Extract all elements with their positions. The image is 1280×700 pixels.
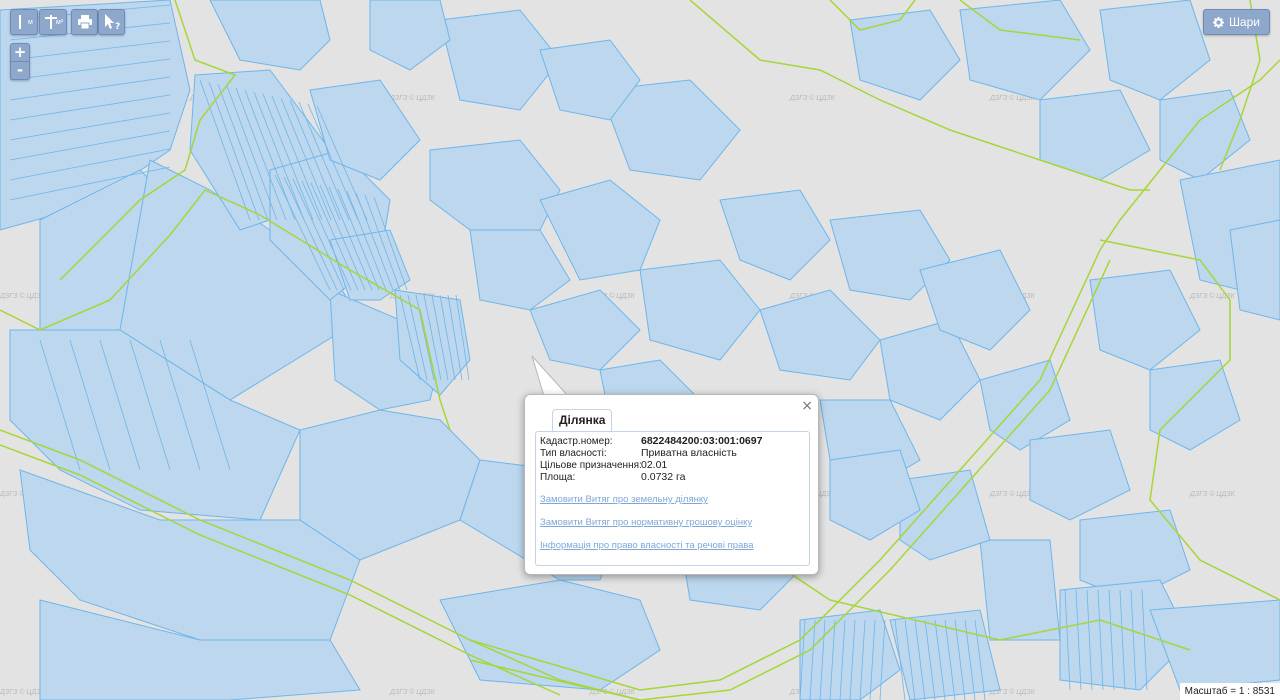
land-parcel xyxy=(1229,219,1280,321)
purpose-value: 02.01 xyxy=(641,459,668,471)
area-value: 0.0732 га xyxy=(641,471,686,483)
tab-parcel[interactable]: Ділянка xyxy=(552,409,613,431)
land-parcel xyxy=(209,0,331,71)
order-land-extract-link[interactable]: Замовити Витяг про земельну ділянку xyxy=(540,494,754,517)
land-parcel xyxy=(849,9,961,101)
land-parcel xyxy=(369,0,451,71)
attribute-row: Цільове призначення:02.01 xyxy=(540,459,762,471)
parcel-attributes: Кадастр.номер: 6822484200:03:001:0697 Тип… xyxy=(540,435,762,483)
land-parcel xyxy=(1159,89,1251,181)
watermark-text: ДЗГЗ © ЦДЗК xyxy=(0,688,46,696)
land-parcel xyxy=(439,579,661,691)
land-parcel xyxy=(1029,429,1131,521)
land-parcel xyxy=(979,539,1061,641)
scale-indicator: Масштаб = 1 : 8531 xyxy=(1179,683,1280,700)
land-parcel xyxy=(719,189,831,281)
watermark-text: ДЗГЗ © ЦДЗК xyxy=(989,490,1036,498)
watermark-text: ДЗГЗ © ЦДЗК xyxy=(389,688,436,696)
land-parcel xyxy=(469,229,571,311)
attribute-row: Площа: 0.0732 га xyxy=(540,471,762,483)
watermark-text: ДЗГЗ © ЦДЗК xyxy=(789,94,836,102)
gear-icon xyxy=(1212,16,1224,28)
measure-length-button[interactable]: м xyxy=(10,9,38,35)
printer-icon xyxy=(77,15,92,29)
zoom-out-button[interactable]: - xyxy=(11,61,29,79)
watermark-text: ДЗГЗ © ЦДЗК xyxy=(0,292,46,300)
print-button[interactable] xyxy=(71,9,98,35)
layers-label: Шари xyxy=(1228,15,1260,29)
popup-links: Замовити Витяг про земельну ділянку Замо… xyxy=(540,494,754,563)
ownership-info-link[interactable]: Інформація про право власності та речові… xyxy=(540,540,754,563)
parcel-info-popup: × Ділянка Кадастр.номер: 6822484200:03:00… xyxy=(524,394,819,575)
land-parcel xyxy=(639,259,761,361)
land-parcel xyxy=(1089,269,1201,371)
land-parcel xyxy=(299,409,481,561)
measure-area-button[interactable]: м² xyxy=(39,9,67,35)
land-parcel xyxy=(1149,359,1241,451)
attribute-row: Тип власності: Приватна власність xyxy=(540,447,762,459)
land-parcel xyxy=(1099,0,1211,101)
popup-pointer xyxy=(531,355,570,398)
land-parcel xyxy=(439,9,561,111)
land-parcel xyxy=(1149,599,1280,691)
cursor-question-icon: ? xyxy=(104,14,120,31)
ownership-type-value: Приватна власність xyxy=(641,447,737,459)
zoom-control: + - xyxy=(10,43,30,80)
land-parcel xyxy=(759,289,881,381)
zoom-in-button[interactable]: + xyxy=(11,44,29,61)
cadastral-map[interactable]: ДЗГЗ © ЦДЗК ДЗГЗ © ЦДЗК ДЗГЗ © ЦДЗК ДЗГЗ © … xyxy=(0,0,1280,700)
parcel-layer xyxy=(0,0,1280,700)
svg-text:?: ? xyxy=(115,22,120,31)
attribute-row: Кадастр.номер: 6822484200:03:001:0697 xyxy=(540,435,762,447)
watermark-text: ДЗГЗ © ЦДЗК xyxy=(1189,490,1236,498)
land-parcel xyxy=(899,469,991,561)
close-icon[interactable]: × xyxy=(801,398,813,414)
measure-area-unit: м² xyxy=(56,19,64,26)
layers-button[interactable]: Шари xyxy=(1202,9,1270,35)
watermark-text: ДЗГЗ © ЦДЗК xyxy=(389,94,436,102)
popup-content: Кадастр.номер: 6822484200:03:001:0697 Тип… xyxy=(535,431,810,566)
identify-button[interactable]: ? xyxy=(98,9,125,35)
area-label: Площа: xyxy=(540,472,576,483)
measure-length-unit: м xyxy=(28,19,33,26)
land-parcel xyxy=(1039,89,1151,181)
cadastral-number-value: 6822484200:03:001:0697 xyxy=(641,435,763,447)
order-valuation-extract-link[interactable]: Замовити Витяг про нормативну грошову оц… xyxy=(540,517,754,540)
land-parcel xyxy=(429,139,561,231)
